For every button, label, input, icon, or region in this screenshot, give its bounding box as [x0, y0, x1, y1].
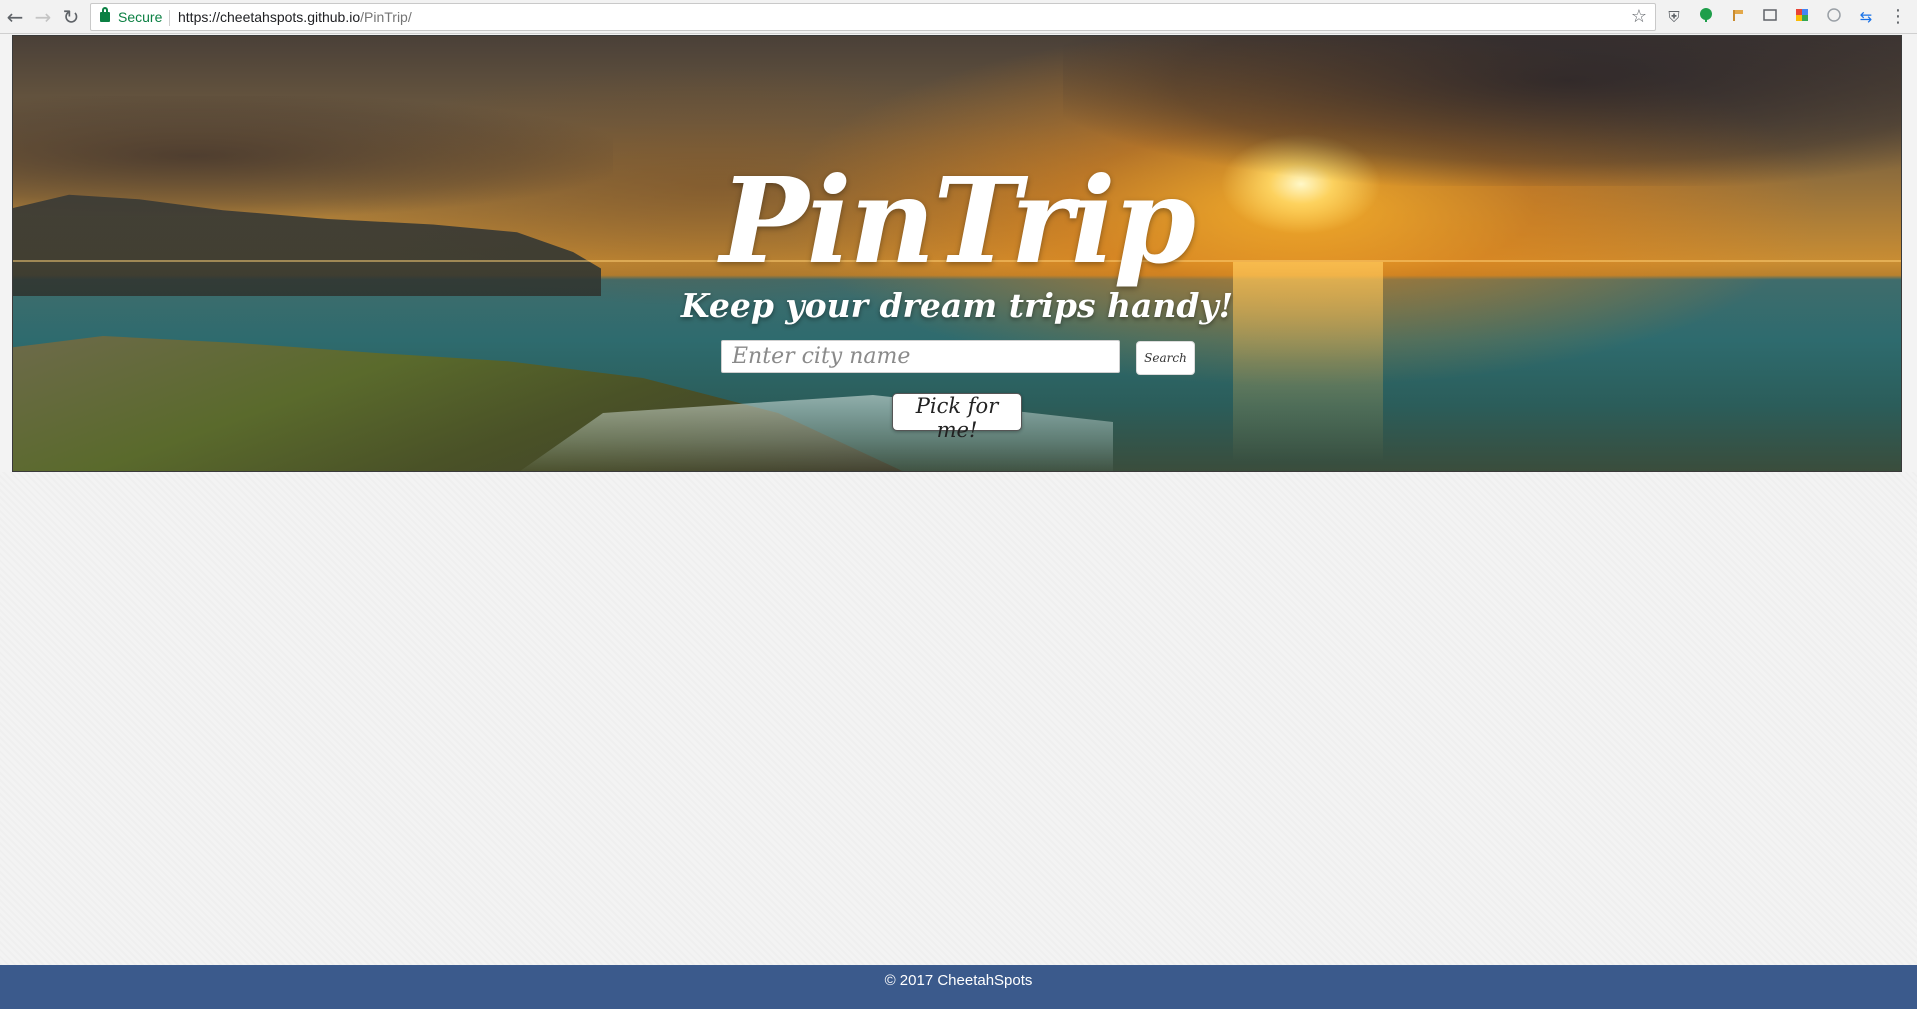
screen-capture-extension-icon[interactable] — [1760, 7, 1780, 27]
lock-icon — [100, 7, 110, 22]
hero-content: PinTrip Keep your dream trips handy! Sea… — [13, 36, 1901, 471]
city-search-input[interactable] — [721, 340, 1120, 373]
url-host: https://cheetahspots.github.io — [178, 9, 361, 25]
site-tagline: Keep your dream trips handy! — [680, 286, 1234, 325]
search-button[interactable]: Search — [1136, 341, 1195, 375]
shield-extension-icon[interactable]: ⛨ — [1664, 7, 1684, 27]
address-divider — [169, 10, 170, 26]
flag-extension-icon[interactable] — [1728, 7, 1748, 27]
main-content-area — [0, 472, 1917, 965]
colorful-extension-icon[interactable] — [1792, 7, 1812, 27]
pick-for-me-button[interactable]: Pick for me! — [892, 393, 1022, 442]
address-bar[interactable]: Secure https://cheetahspots.github.io/Pi… — [90, 3, 1656, 31]
url-path: /PinTrip/ — [360, 9, 412, 25]
green-leaf-extension-icon[interactable] — [1696, 7, 1716, 27]
reload-icon[interactable]: ↻ — [58, 4, 84, 30]
arrows-extension-icon[interactable]: ⇆ — [1856, 7, 1876, 27]
site-title: PinTrip — [719, 151, 1196, 290]
menu-kebab-icon[interactable]: ⋮ — [1888, 7, 1908, 27]
forward-arrow-icon[interactable]: → — [30, 4, 56, 30]
secure-label: Secure — [118, 9, 163, 25]
star-icon[interactable]: ☆ — [1631, 6, 1647, 27]
url-text[interactable]: https://cheetahspots.github.io/PinTrip/ — [178, 9, 412, 25]
footer-copyright: © 2017 CheetahSpots — [884, 972, 1033, 989]
footer: © 2017 CheetahSpots — [0, 965, 1917, 1009]
circle-extension-icon[interactable] — [1824, 7, 1844, 27]
browser-toolbar: ← → ↻ Secure https://cheetahspots.github… — [0, 0, 1917, 34]
back-arrow-icon[interactable]: ← — [2, 4, 28, 30]
hero-banner: PinTrip Keep your dream trips handy! Sea… — [12, 35, 1902, 472]
